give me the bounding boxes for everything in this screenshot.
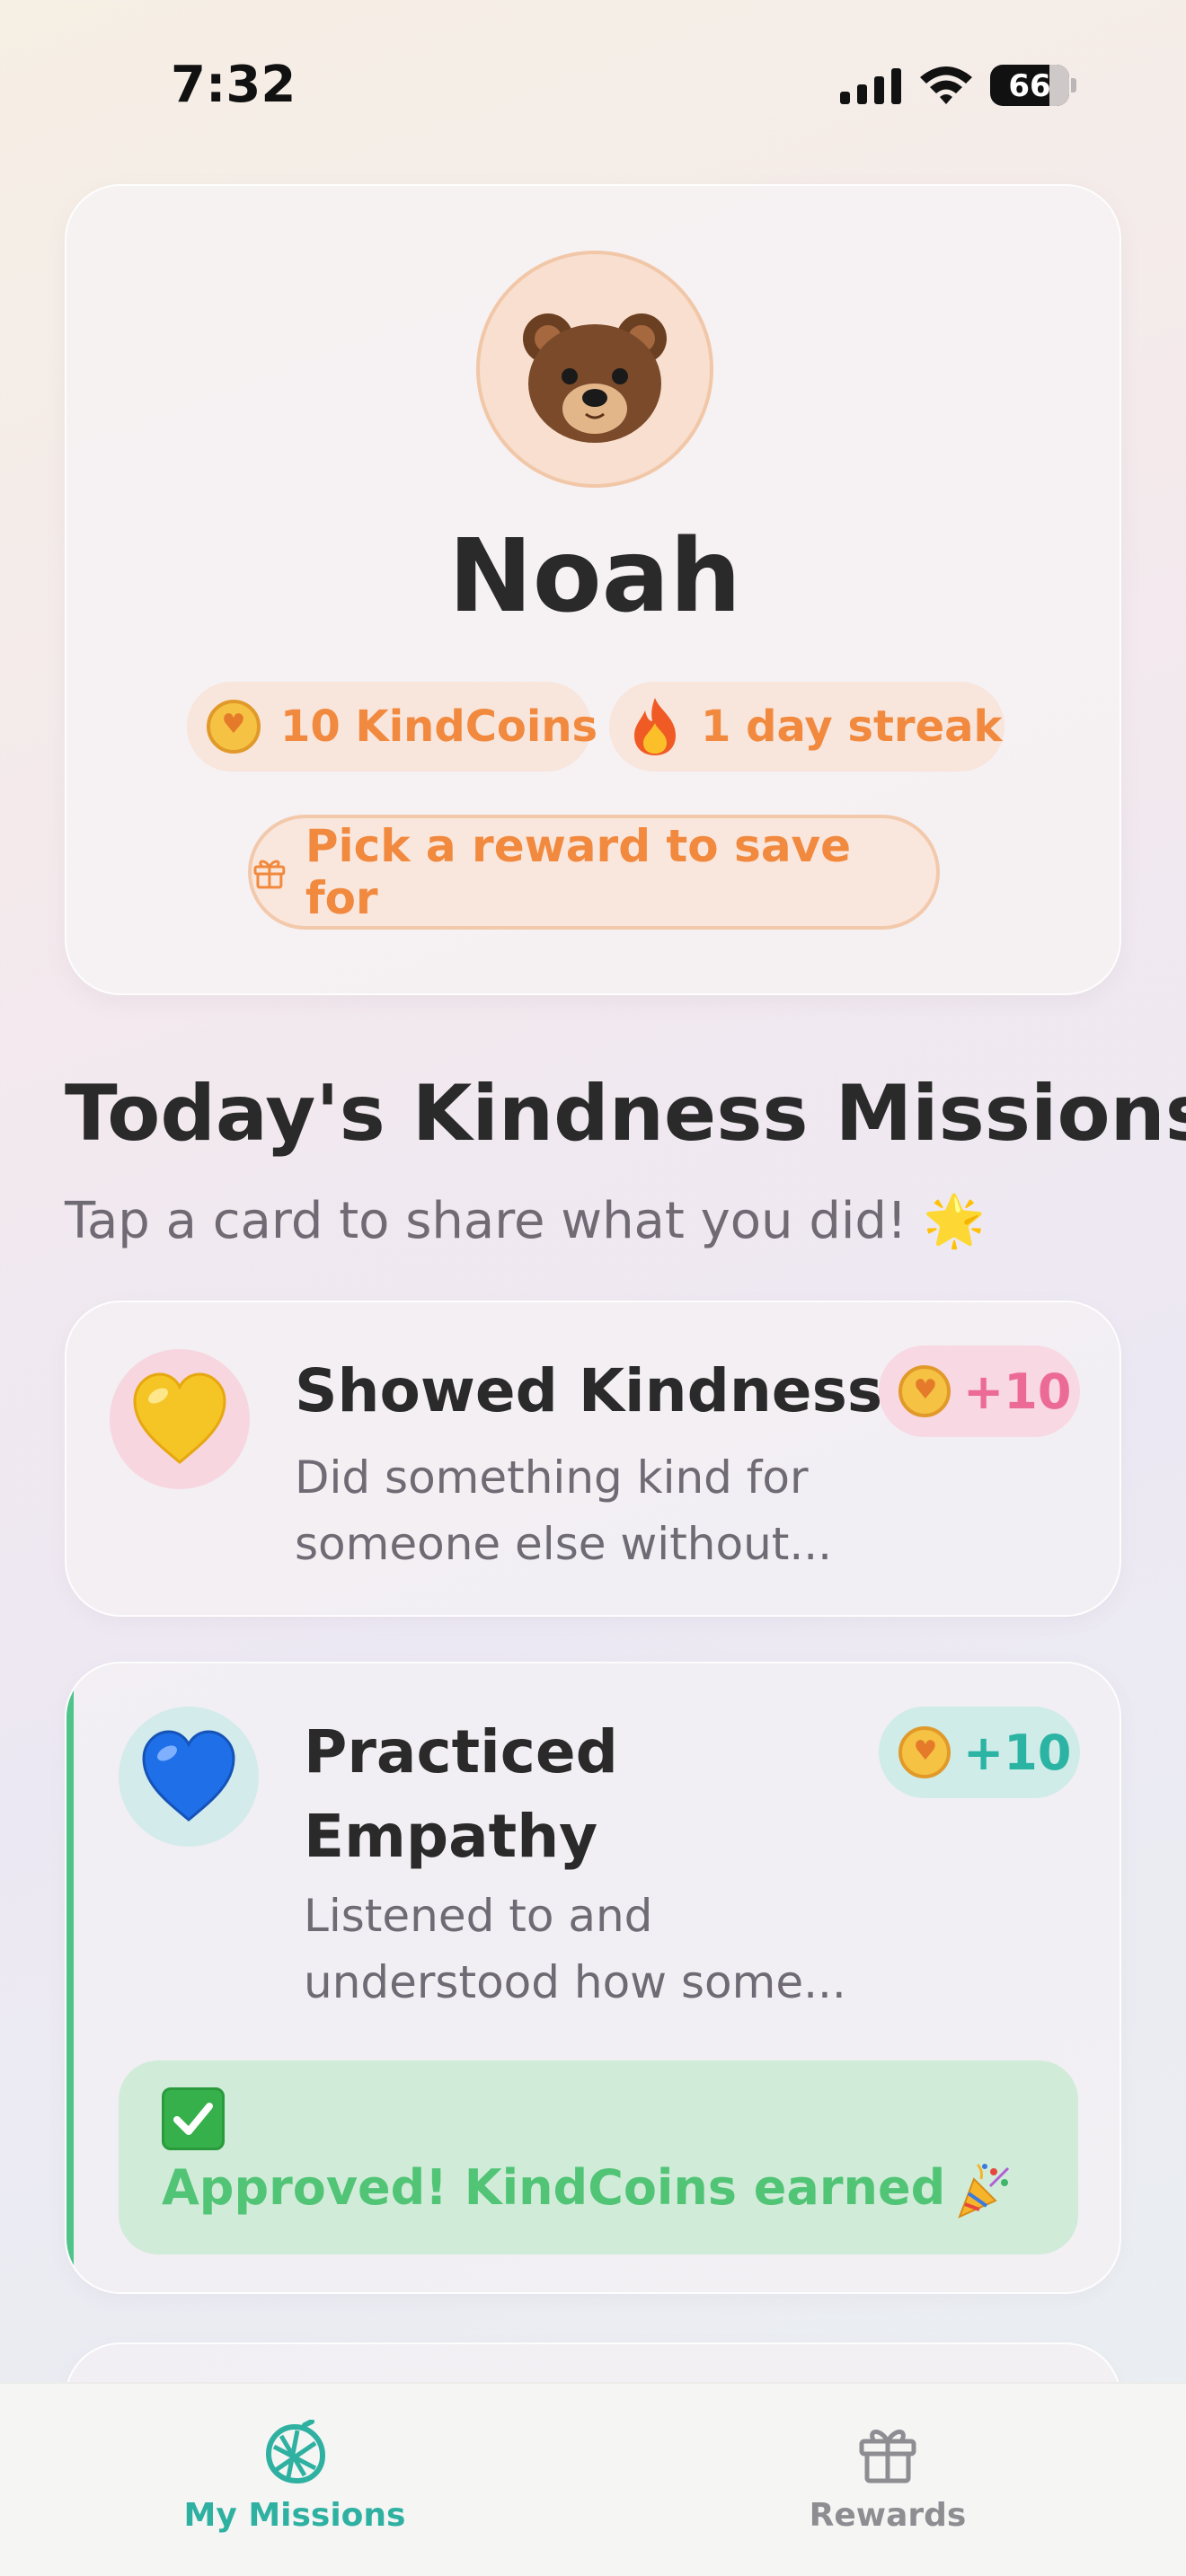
mission-card-practiced-empathy[interactable]: Practiced Empathy Listened to and unders… xyxy=(65,1662,1121,2294)
wifi-icon xyxy=(920,66,972,104)
coins-label: 10 KindCoins xyxy=(280,701,598,752)
streak-label: 1 day streak xyxy=(701,701,1003,752)
tab-bar: My Missions Rewards xyxy=(0,2382,1186,2576)
avatar[interactable] xyxy=(476,251,713,488)
approved-status-box: Approved! KindCoins earned xyxy=(119,2060,1078,2254)
points-badge: +10 xyxy=(879,1707,1080,1798)
approved-status-text: Approved! KindCoins earned xyxy=(162,2159,1013,2220)
gift-icon xyxy=(253,860,286,889)
hop-cone-icon xyxy=(265,2420,326,2484)
mission-icon-container xyxy=(110,1349,250,1489)
coin-icon xyxy=(207,700,261,754)
mission-description: Did something kind for someone else with… xyxy=(295,1451,833,1570)
tab-rewards[interactable]: Rewards xyxy=(726,2420,1049,2545)
points-badge: +10 xyxy=(879,1345,1080,1437)
coins-pill: 10 KindCoins xyxy=(187,682,597,772)
missions-section-subtitle: Tap a card to share what you did! 🌟 xyxy=(65,1192,986,1250)
party-popper-icon xyxy=(958,2164,1010,2219)
pick-reward-label: Pick a reward to save for xyxy=(305,820,852,924)
pick-reward-button[interactable]: Pick a reward to save for xyxy=(248,815,940,930)
gift-icon xyxy=(859,2430,916,2483)
battery-level: 66 xyxy=(1008,68,1051,104)
approved-accent-bar xyxy=(66,1663,74,2292)
streak-pill: 1 day streak xyxy=(609,682,1005,772)
check-mark-icon xyxy=(162,2087,225,2150)
status-time: 7:32 xyxy=(171,56,296,114)
points-value: +10 xyxy=(963,1724,1072,1781)
fire-icon xyxy=(634,698,676,755)
missions-section-title: Today's Kindness Missions xyxy=(65,1069,1186,1159)
coin-icon xyxy=(898,1726,951,1778)
mission-card-showed-kindness[interactable]: Showed Kindness Did something kind for s… xyxy=(65,1301,1121,1617)
mission-description: Listened to and understood how some... xyxy=(304,1890,846,2008)
mission-icon-container xyxy=(119,1707,259,1847)
status-bar: 7:32 66 xyxy=(0,0,1186,171)
mission-title: Practiced Empathy xyxy=(304,1717,618,1871)
yellow-heart-icon xyxy=(133,1372,226,1464)
battery-icon: 66 xyxy=(990,65,1076,106)
blue-heart-icon xyxy=(142,1730,235,1822)
points-value: +10 xyxy=(963,1363,1072,1420)
tab-my-missions[interactable]: My Missions xyxy=(133,2420,456,2545)
tab-label: Rewards xyxy=(809,2497,967,2534)
bear-face-icon xyxy=(523,313,667,443)
mission-title: Showed Kindness xyxy=(295,1356,883,1425)
coin-icon xyxy=(898,1365,951,1417)
profile-card: Noah 10 KindCoins 1 day streak Pick a re… xyxy=(65,184,1121,995)
tab-label: My Missions xyxy=(183,2497,406,2534)
profile-name: Noah xyxy=(448,518,741,635)
signal-icon xyxy=(840,68,901,104)
approved-status-label: Approved! KindCoins earned xyxy=(162,2159,946,2216)
